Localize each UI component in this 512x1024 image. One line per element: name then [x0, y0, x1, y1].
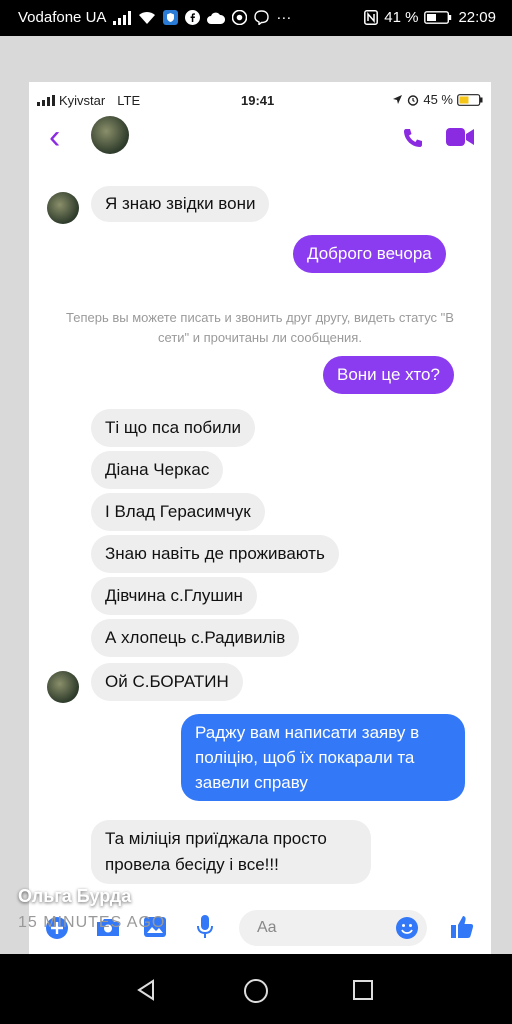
- message-text: Ті що пса побили: [105, 418, 242, 437]
- chrome-icon: [232, 10, 248, 25]
- message-text: Ой С.БОРАТИН: [105, 672, 229, 691]
- story-viewer: Kyivstar LTE 19:41 45 % ‹ Я знаю звідки …: [0, 36, 512, 954]
- inner-carrier: Kyivstar LTE: [37, 93, 140, 108]
- cloud-icon: [207, 12, 226, 24]
- message-outgoing: Раджу вам написати заяву в поліцію, щоб …: [181, 714, 465, 801]
- video-icon[interactable]: [445, 126, 475, 148]
- message-text: Діана Черкас: [105, 460, 210, 479]
- sender-avatar: [47, 671, 79, 703]
- inner-status-bar: Kyivstar LTE 19:41 45 %: [29, 82, 491, 116]
- carrier-label: Vodafone UA: [18, 9, 107, 26]
- more-icon: ···: [276, 9, 292, 26]
- signal-icon: [37, 95, 55, 106]
- sender-avatar: [47, 192, 79, 224]
- battery-icon: [424, 11, 452, 24]
- message-input-placeholder: Aa: [257, 919, 277, 936]
- message-incoming: Діана Черкас: [91, 451, 224, 489]
- message-incoming: Ті що пса побили: [91, 409, 256, 447]
- message-text: Та міліція приїджала просто провела бесі…: [105, 829, 327, 874]
- like-icon[interactable]: [449, 914, 475, 940]
- inner-battery: 45 %: [392, 92, 483, 107]
- inner-carrier-label: Kyivstar: [59, 93, 106, 108]
- wifi-icon: [139, 11, 156, 24]
- location-icon: [393, 95, 403, 104]
- message-incoming: Знаю навіть де проживають: [91, 535, 339, 573]
- nfc-icon: [364, 10, 379, 25]
- battery-percent: 41 %: [384, 9, 419, 26]
- message-incoming: Ой С.БОРАТИН: [91, 663, 243, 701]
- inner-time: 19:41: [241, 93, 275, 108]
- mic-icon[interactable]: [195, 914, 215, 940]
- call-actions: [401, 126, 475, 150]
- inner-battery-percent: 45 %: [423, 92, 453, 107]
- status-left: Vodafone UA ···: [18, 9, 291, 26]
- signal-icon: [113, 10, 132, 25]
- navigation-bar: [0, 954, 512, 1024]
- status-right: 41 % 22:09: [364, 9, 496, 26]
- message-outgoing: Вони це хто?: [323, 356, 454, 394]
- message-text: Раджу вам написати заяву в поліцію, щоб …: [195, 723, 420, 792]
- message-text: А хлопець с.Радивилів: [105, 628, 286, 647]
- story-timestamp: 15 MINUTES AGO: [18, 914, 166, 931]
- message-text: Я знаю звідки вони: [105, 194, 256, 213]
- inner-network-label: LTE: [117, 93, 141, 108]
- message-text: І Влад Герасимчук: [105, 502, 251, 521]
- chat-header: ‹: [29, 116, 491, 160]
- message-incoming: А хлопець с.Радивилів: [91, 619, 300, 657]
- nav-recents-icon[interactable]: [352, 979, 374, 1001]
- message-text: Дівчина с.Глушин: [105, 586, 243, 605]
- contact-avatar[interactable]: [91, 116, 129, 154]
- message-text: Вони це хто?: [337, 365, 440, 384]
- device-status-bar: Vodafone UA ··· 41 % 22:09: [0, 0, 512, 36]
- message-incoming: І Влад Герасимчук: [91, 493, 265, 531]
- message-outgoing: Доброго вечора: [293, 235, 446, 273]
- phone-icon[interactable]: [401, 126, 425, 150]
- message-text: Знаю навіть де проживають: [105, 544, 325, 563]
- shield-icon: [163, 10, 179, 25]
- message-incoming: Дівчина с.Глушин: [91, 577, 257, 615]
- message-text: Доброго вечора: [307, 244, 432, 263]
- nav-back-icon[interactable]: [134, 978, 158, 1002]
- story-author[interactable]: Ольга Бурда: [18, 886, 131, 907]
- facebook-icon: [185, 10, 201, 25]
- messenger-screenshot: Kyivstar LTE 19:41 45 % ‹ Я знаю звідки …: [29, 82, 491, 954]
- battery-icon: [457, 93, 483, 106]
- back-icon[interactable]: ‹: [49, 120, 60, 154]
- emoji-icon[interactable]: [395, 916, 419, 940]
- message-incoming: Я знаю звідки вони: [91, 186, 270, 222]
- viber-icon: [254, 10, 270, 25]
- nav-home-icon[interactable]: [243, 978, 269, 1004]
- system-notice: Теперь вы можете писать и звонить друг д…: [66, 310, 454, 345]
- device-time: 22:09: [458, 9, 496, 26]
- message-incoming: Та міліція приїджала просто провела бесі…: [91, 820, 371, 884]
- alarm-icon: [408, 94, 419, 106]
